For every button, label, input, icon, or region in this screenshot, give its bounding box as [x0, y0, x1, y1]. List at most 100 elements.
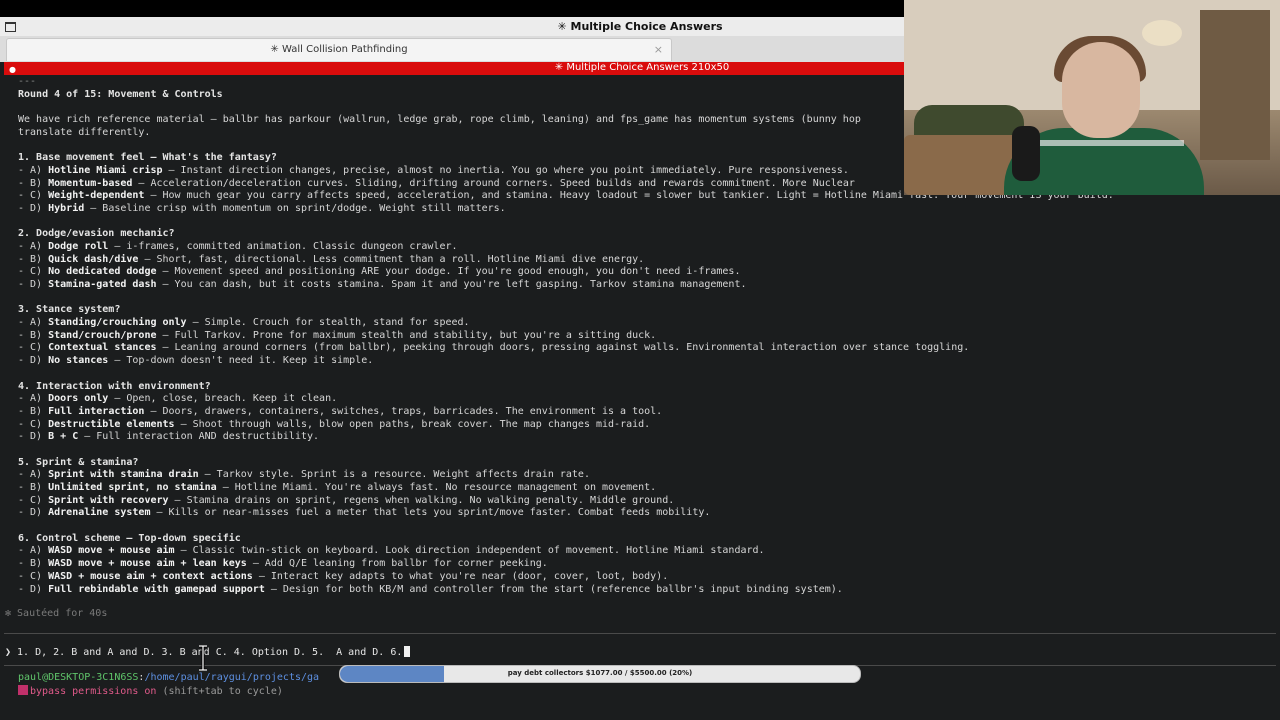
sauteed-status: ✻ Sautéed for 40s: [5, 608, 108, 619]
option-title: Quick dash/dive: [48, 253, 139, 265]
terminal-text: - D): [18, 355, 49, 367]
webcam-shirt-stripe: [1024, 140, 1184, 146]
terminal-text: - D): [18, 507, 49, 519]
status-path: /home/paul/raygui/projects/ga: [144, 672, 320, 683]
terminal-text: - B): [18, 558, 49, 570]
terminal-text: — Instant direction changes, precise, al…: [162, 164, 849, 176]
webcam-microphone: [1012, 126, 1040, 181]
option-title: Stand/crouch/prone: [48, 329, 157, 341]
option-title: WASD move + mouse aim: [48, 545, 175, 557]
debt-progress-label: pay debt collectors $1077.00 / $5500.00 …: [507, 669, 693, 677]
webcam-person-face: [1062, 42, 1140, 138]
status-user: paul@DESKTOP-3C1N6SS: [18, 672, 139, 683]
terminal-line: - C) No dedicated dodge — Movement speed…: [18, 266, 1280, 279]
terminal-text: - B): [18, 177, 49, 189]
terminal-text: — Simple. Crouch for stealth, stand for …: [186, 317, 470, 329]
terminal-text: - D): [18, 202, 49, 214]
terminal-text: We have rich reference material — ballbr…: [18, 114, 861, 126]
terminal-text: - B): [18, 329, 49, 341]
terminal-text: — Baseline crisp with momentum on sprint…: [84, 202, 506, 214]
terminal-line: - D) B + C — Full interaction AND destru…: [18, 431, 1280, 444]
tab-wall-collision[interactable]: ✳ Wall Collision Pathfinding ×: [6, 38, 672, 61]
terminal-text: - C): [18, 266, 49, 278]
option-title: Full interaction: [48, 405, 145, 417]
option-title: B + C: [48, 431, 79, 443]
terminal-text: — Stamina drains on sprint, regens when …: [168, 494, 675, 506]
bypass-hint: (shift+tab to cycle): [156, 686, 283, 697]
terminal-text: — Doors, drawers, containers, switches, …: [144, 405, 663, 417]
terminal-text: 5. Sprint & stamina?: [18, 456, 139, 468]
option-title: Hotline Miami crisp: [48, 164, 163, 176]
bypass-marker-icon: [18, 685, 28, 695]
terminal-line: - A) Sprint with stamina drain — Tarkov …: [18, 469, 1280, 482]
option-title: Sprint with recovery: [48, 494, 169, 506]
terminal-line: - D) No stances — Top-down doesn't need …: [18, 355, 1280, 368]
terminal-line: - A) Dodge roll — i-frames, committed an…: [18, 241, 1280, 254]
terminal-text: — Leaning around corners (from ballbr), …: [156, 342, 970, 354]
terminal-text: — Design for both KB/M and controller fr…: [264, 583, 843, 595]
terminal-line: - A) WASD move + mouse aim — Classic twi…: [18, 545, 1280, 558]
close-icon[interactable]: ×: [654, 43, 663, 56]
status-path-line: paul@DESKTOP-3C1N6SS:/home/paul/raygui/p…: [18, 672, 319, 683]
terminal-line: 3. Stance system?: [18, 304, 1280, 317]
terminal-text: ---: [18, 76, 37, 87]
option-title: Destructible elements: [48, 418, 175, 430]
text-cursor-icon: [199, 645, 207, 671]
terminal-text: — Short, fast, directional. Less commitm…: [138, 253, 645, 265]
terminal-text: 3. Stance system?: [18, 304, 121, 316]
terminal-text: 1. Base movement feel — What's the fanta…: [18, 152, 277, 164]
option-title: Contextual stances: [48, 342, 157, 354]
option-title: WASD move + mouse aim + lean keys: [48, 558, 247, 570]
terminal-text: - A): [18, 164, 49, 176]
terminal-text: - A): [18, 469, 49, 481]
webcam-lamp: [1142, 20, 1182, 46]
terminal-line: 5. Sprint & stamina?: [18, 457, 1280, 470]
webcam-shelf: [1200, 10, 1270, 160]
webcam-overlay: [904, 0, 1280, 195]
terminal-line: - B) Stand/crouch/prone — Full Tarkov. P…: [18, 330, 1280, 343]
terminal-line: - C) Destructible elements — Shoot throu…: [18, 419, 1280, 432]
option-title: Doors only: [48, 393, 109, 405]
terminal-text: — Kills or near-misses fuel a meter that…: [150, 507, 711, 519]
terminal-text: Round 4 of 15: Movement & Controls: [18, 88, 223, 100]
terminal-text: — Tarkov style. Sprint is a resource. We…: [198, 469, 590, 481]
terminal-text: — i-frames, committed animation. Classic…: [108, 240, 458, 252]
terminal-line: - C) WASD + mouse aim + context actions …: [18, 571, 1280, 584]
terminal-text: - D): [18, 279, 49, 290]
terminal-line: 2. Dodge/evasion mechanic?: [18, 228, 1280, 241]
terminal-line: 4. Interaction with environment?: [18, 381, 1280, 394]
terminal-line: - A) Standing/crouching only — Simple. C…: [18, 317, 1280, 330]
option-title: Adrenaline system: [48, 507, 151, 519]
option-title: Momentum-based: [48, 177, 133, 189]
terminal-line: 6. Control scheme — Top-down specific: [18, 533, 1280, 546]
terminal-text: - D): [18, 583, 49, 595]
terminal-text: — Full interaction AND destructibility.: [78, 431, 320, 443]
terminal-line: - C) Contextual stances — Leaning around…: [18, 342, 1280, 355]
terminal-text: — Classic twin-stick on keyboard. Look d…: [174, 545, 765, 557]
terminal-text: - B): [18, 253, 49, 265]
terminal-text: — Hotline Miami. You're always fast. No …: [216, 482, 657, 493]
option-title: Weight-dependent: [48, 190, 145, 202]
option-title: Stamina-gated dash: [48, 279, 157, 290]
terminal-text: — Acceleration/deceleration curves. Slid…: [132, 177, 855, 189]
option-title: Hybrid: [48, 202, 85, 214]
terminal-text: - B): [18, 405, 49, 417]
terminal-line: - B) WASD move + mouse aim + lean keys —…: [18, 558, 1280, 571]
option-title: Full rebindable with gamepad support: [48, 583, 265, 595]
terminal-text: - C): [18, 570, 49, 582]
terminal-text: — Open, close, breach. Keep it clean.: [108, 393, 338, 405]
terminal-text: — Add Q/E leaning from ballbr for corner…: [246, 558, 548, 570]
terminal-text: - A): [18, 240, 49, 252]
terminal-text: - C): [18, 494, 49, 506]
terminal-text: - A): [18, 545, 49, 557]
option-title: Dodge roll: [48, 240, 109, 252]
option-title: Unlimited sprint, no stamina: [48, 482, 217, 493]
terminal-line: - D) Full rebindable with gamepad suppor…: [18, 584, 1280, 597]
terminal-text: translate differently.: [18, 126, 151, 138]
terminal-text: - A): [18, 317, 49, 329]
terminal-line: - D) Hybrid — Baseline crisp with moment…: [18, 203, 1280, 216]
